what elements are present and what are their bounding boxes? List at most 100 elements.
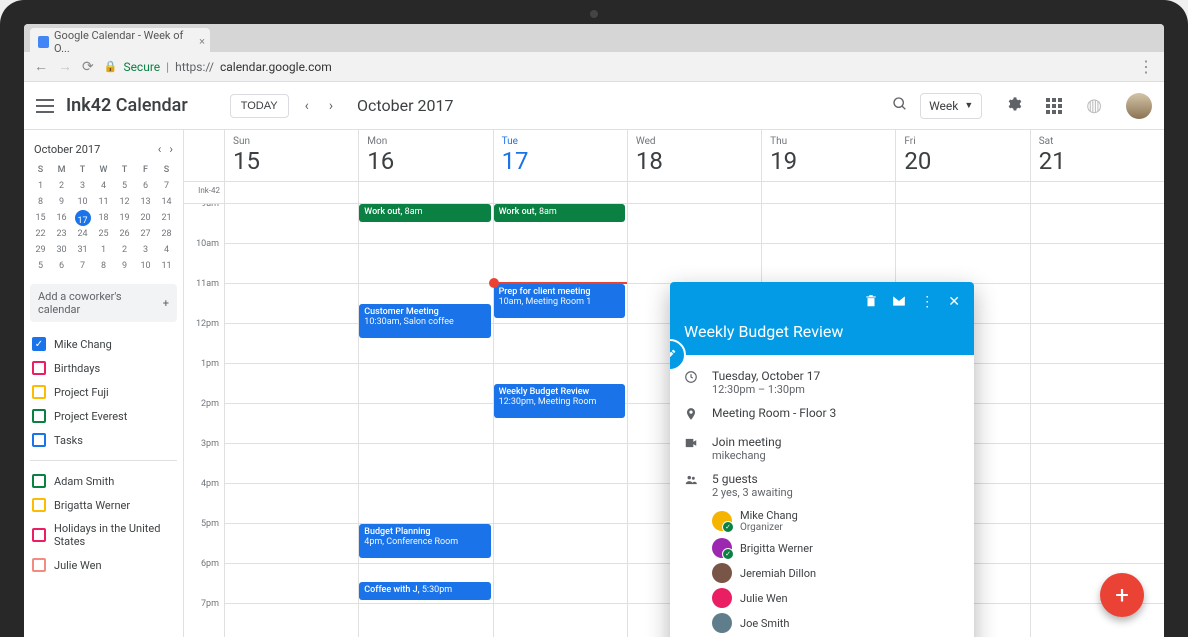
prev-week-button[interactable]: ‹ bbox=[301, 98, 313, 114]
delete-icon[interactable] bbox=[864, 294, 878, 312]
mini-cal-day[interactable]: 1 bbox=[30, 178, 51, 194]
today-button[interactable]: TODAY bbox=[230, 94, 289, 118]
day-header[interactable]: Sat21 bbox=[1030, 130, 1164, 181]
mini-cal-day[interactable]: 21 bbox=[156, 210, 177, 226]
notifications-icon[interactable]: ◍ bbox=[1086, 95, 1102, 116]
day-header[interactable]: Mon16 bbox=[358, 130, 492, 181]
mini-cal-day[interactable]: 26 bbox=[114, 226, 135, 242]
search-icon[interactable] bbox=[892, 96, 908, 116]
calendar-event[interactable]: Coffee with J, 5:30pm bbox=[359, 582, 490, 600]
day-column[interactable]: Work out, 8am Prep for client meeting10am… bbox=[493, 204, 627, 637]
mini-cal-day[interactable]: 30 bbox=[51, 242, 72, 258]
day-header[interactable]: Sun15 bbox=[224, 130, 358, 181]
browser-tab[interactable]: Google Calendar - Week of O... × bbox=[30, 28, 210, 52]
calendar-checkbox[interactable] bbox=[32, 433, 46, 447]
address-bar[interactable]: 🔒 Secure | https://calendar.google.com bbox=[104, 60, 1128, 74]
mini-cal-day[interactable]: 18 bbox=[93, 210, 114, 226]
day-column[interactable] bbox=[224, 204, 358, 637]
calendar-list-item[interactable]: Tasks bbox=[30, 428, 177, 452]
calendar-list-item[interactable]: Mike Chang bbox=[30, 332, 177, 356]
calendar-list-item[interactable]: Julie Wen bbox=[30, 553, 177, 577]
day-header[interactable]: Wed18 bbox=[627, 130, 761, 181]
calendar-list-item[interactable]: Holidays in the United States bbox=[30, 517, 177, 553]
mini-cal-day[interactable]: 31 bbox=[72, 242, 93, 258]
calendar-event[interactable]: Budget Planning4pm, Conference Room bbox=[359, 524, 490, 558]
view-selector[interactable]: Week ▼ bbox=[920, 93, 982, 119]
plus-icon[interactable]: + bbox=[163, 297, 169, 310]
create-event-fab[interactable]: + bbox=[1100, 573, 1144, 617]
mini-cal-day[interactable]: 25 bbox=[93, 226, 114, 242]
mini-cal-day[interactable]: 6 bbox=[135, 178, 156, 194]
mini-cal-day[interactable]: 5 bbox=[30, 258, 51, 274]
calendar-event[interactable]: Work out, 8am bbox=[494, 204, 625, 222]
mini-cal-day[interactable]: 9 bbox=[51, 194, 72, 210]
calendar-list-item[interactable]: Adam Smith bbox=[30, 469, 177, 493]
calendar-checkbox[interactable] bbox=[32, 498, 46, 512]
mini-next-month-button[interactable]: › bbox=[169, 142, 173, 156]
calendar-event[interactable]: Customer Meeting10:30am, Salon coffee bbox=[359, 304, 490, 338]
calendar-checkbox[interactable] bbox=[32, 337, 46, 351]
mini-cal-day[interactable]: 8 bbox=[93, 258, 114, 274]
forward-button[interactable]: → bbox=[58, 58, 72, 75]
mini-cal-day[interactable]: 4 bbox=[156, 242, 177, 258]
next-week-button[interactable]: › bbox=[325, 98, 337, 114]
calendar-checkbox[interactable] bbox=[32, 361, 46, 375]
mini-cal-day[interactable]: 12 bbox=[114, 194, 135, 210]
join-meeting-link[interactable]: Join meeting bbox=[712, 435, 960, 449]
mini-cal-day[interactable]: 11 bbox=[156, 258, 177, 274]
day-header[interactable]: Fri20 bbox=[895, 130, 1029, 181]
back-button[interactable]: ← bbox=[34, 58, 48, 75]
mini-cal-day[interactable]: 2 bbox=[51, 178, 72, 194]
mini-cal-day[interactable]: 7 bbox=[72, 258, 93, 274]
mini-cal-day[interactable]: 9 bbox=[114, 258, 135, 274]
mini-cal-day[interactable]: 19 bbox=[114, 210, 135, 226]
add-coworker-input[interactable]: Add a coworker's calendar + bbox=[30, 284, 177, 322]
main-menu-button[interactable] bbox=[36, 99, 54, 113]
mini-cal-day[interactable]: 5 bbox=[114, 178, 135, 194]
day-column[interactable] bbox=[1030, 204, 1164, 637]
mini-cal-day[interactable]: 1 bbox=[93, 242, 114, 258]
close-icon[interactable]: × bbox=[199, 35, 205, 48]
day-column[interactable]: Work out, 8am Customer Meeting10:30am, Sa… bbox=[358, 204, 492, 637]
mini-cal-day[interactable]: 15 bbox=[30, 210, 51, 226]
more-options-icon[interactable]: ⋮ bbox=[920, 294, 934, 312]
mini-cal-day[interactable]: 4 bbox=[93, 178, 114, 194]
mini-cal-day[interactable]: 2 bbox=[114, 242, 135, 258]
email-icon[interactable] bbox=[892, 294, 906, 312]
calendar-checkbox[interactable] bbox=[32, 528, 46, 542]
mini-cal-day[interactable]: 6 bbox=[51, 258, 72, 274]
mini-cal-day[interactable]: 20 bbox=[135, 210, 156, 226]
mini-cal-day[interactable]: 17 bbox=[75, 210, 91, 226]
mini-cal-day[interactable]: 13 bbox=[135, 194, 156, 210]
mini-calendar[interactable]: SMTWTFS123456789101112131415161718192021… bbox=[30, 162, 177, 274]
mini-cal-day[interactable]: 7 bbox=[156, 178, 177, 194]
calendar-checkbox[interactable] bbox=[32, 385, 46, 399]
reload-button[interactable]: ⟳ bbox=[82, 59, 94, 75]
mini-cal-day[interactable]: 23 bbox=[51, 226, 72, 242]
mini-cal-day[interactable]: 24 bbox=[72, 226, 93, 242]
mini-cal-day[interactable]: 3 bbox=[72, 178, 93, 194]
mini-cal-day[interactable]: 22 bbox=[30, 226, 51, 242]
mini-cal-day[interactable]: 3 bbox=[135, 242, 156, 258]
calendar-list-item[interactable]: Project Everest bbox=[30, 404, 177, 428]
mini-cal-day[interactable]: 10 bbox=[135, 258, 156, 274]
mini-cal-day[interactable]: 11 bbox=[93, 194, 114, 210]
account-avatar[interactable] bbox=[1126, 93, 1152, 119]
mini-cal-day[interactable]: 10 bbox=[72, 194, 93, 210]
calendar-list-item[interactable]: Birthdays bbox=[30, 356, 177, 380]
mini-cal-day[interactable]: 29 bbox=[30, 242, 51, 258]
calendar-event[interactable]: Prep for client meeting10am, Meeting Roo… bbox=[494, 284, 625, 318]
mini-prev-month-button[interactable]: ‹ bbox=[158, 142, 162, 156]
day-header[interactable]: Thu19 bbox=[761, 130, 895, 181]
close-icon[interactable]: ✕ bbox=[948, 294, 960, 312]
settings-gear-icon[interactable] bbox=[1006, 96, 1022, 116]
browser-menu-icon[interactable]: ⋮ bbox=[1138, 57, 1154, 76]
apps-grid-icon[interactable] bbox=[1046, 98, 1062, 114]
calendar-event[interactable]: Work out, 8am bbox=[359, 204, 490, 222]
mini-cal-day[interactable]: 14 bbox=[156, 194, 177, 210]
calendar-checkbox[interactable] bbox=[32, 558, 46, 572]
mini-cal-day[interactable]: 27 bbox=[135, 226, 156, 242]
day-header[interactable]: Tue17 bbox=[493, 130, 627, 181]
mini-cal-day[interactable]: 8 bbox=[30, 194, 51, 210]
calendar-list-item[interactable]: Project Fuji bbox=[30, 380, 177, 404]
